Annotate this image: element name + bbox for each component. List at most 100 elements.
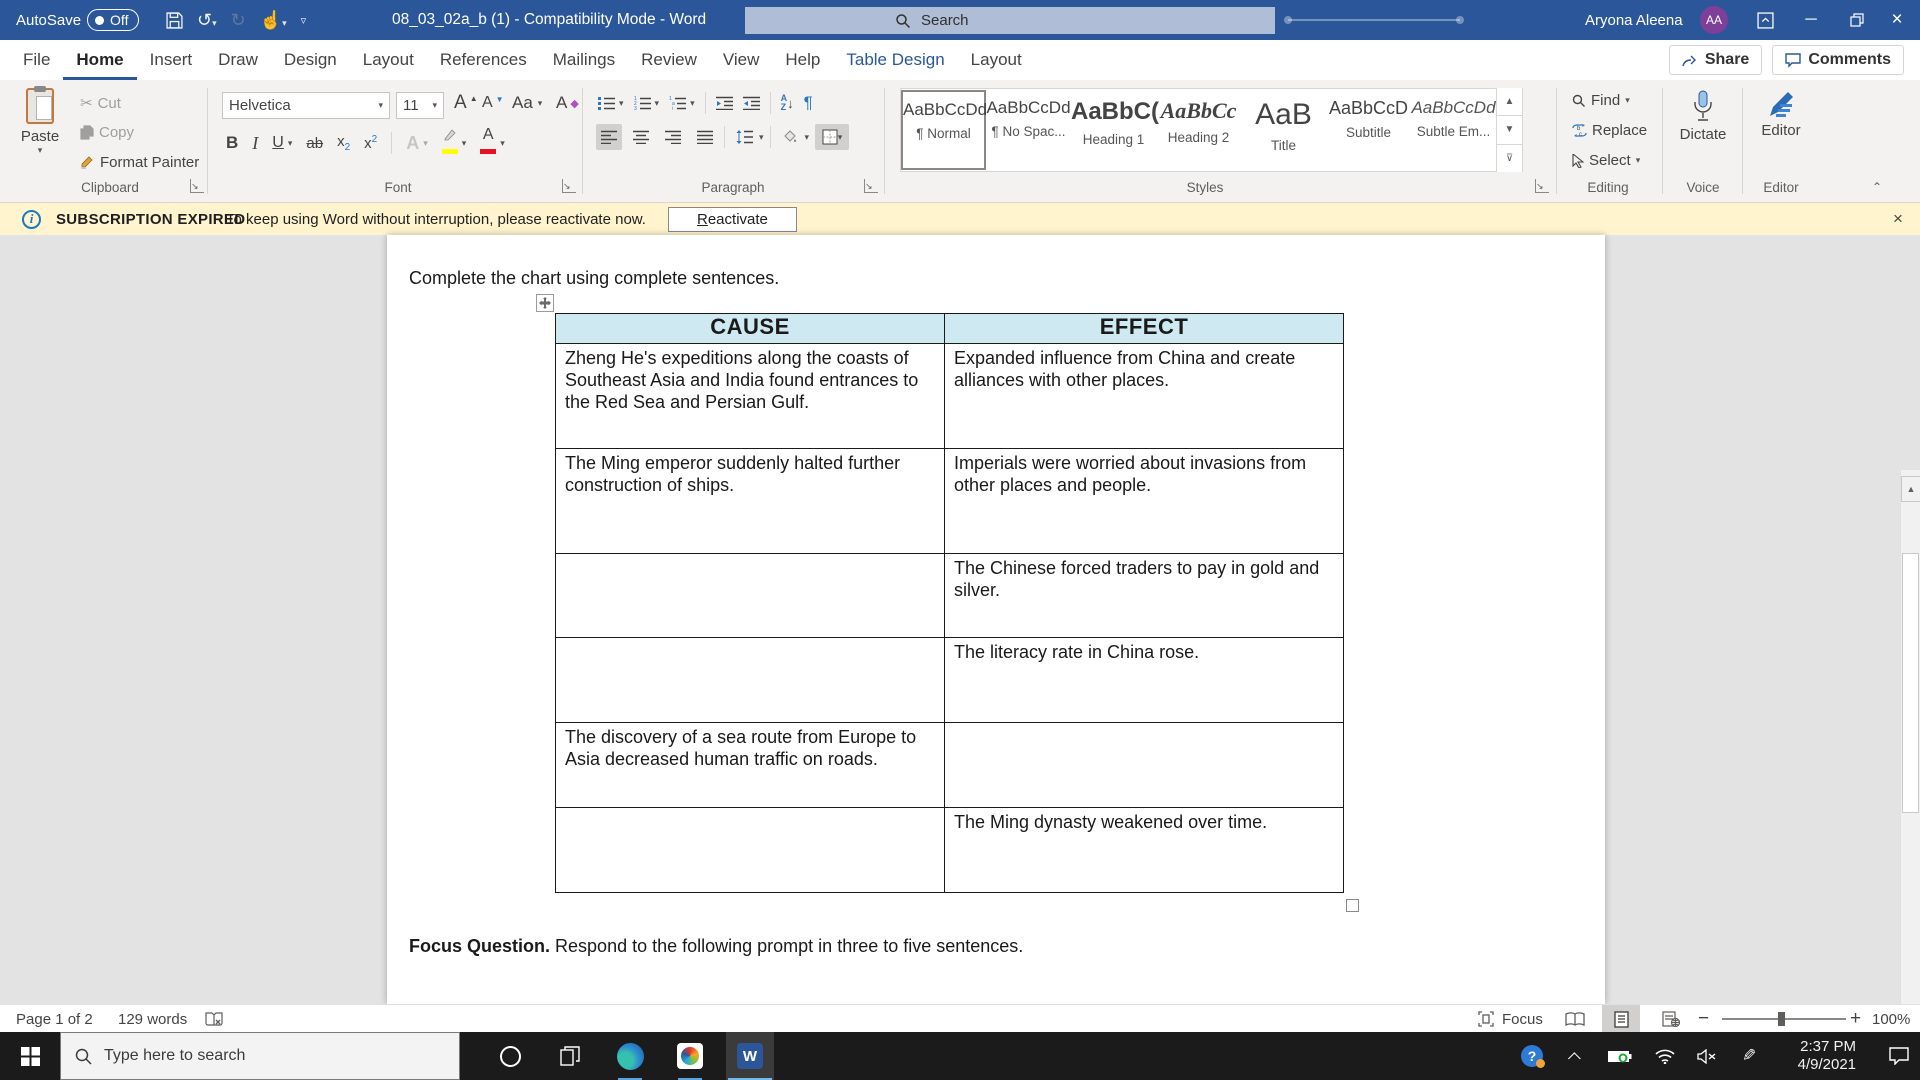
select-button[interactable]: Select ▾ [1572,152,1640,169]
tray-expand-button[interactable] [1560,1032,1592,1080]
scroll-up-icon[interactable]: ▲ [1901,476,1920,502]
minimize-button[interactable]: ─ [1788,0,1834,40]
align-center-button[interactable] [628,124,654,150]
table-cell[interactable] [944,722,1344,808]
italic-button[interactable]: I [252,133,258,154]
zoom-slider[interactable] [1722,1005,1846,1033]
tray-battery-button[interactable] [1600,1032,1640,1080]
tab-table-design[interactable]: Table Design [833,40,957,80]
shading-button[interactable] [777,124,803,150]
read-mode-button[interactable] [1556,1005,1594,1033]
bullets-chevron-icon[interactable]: ▾ [619,98,624,109]
clear-formatting-button[interactable]: A ◆ [556,93,579,113]
scrollbar-thumb[interactable] [1902,553,1919,813]
taskbar-browser-button[interactable] [666,1032,714,1080]
web-layout-button[interactable] [1652,1005,1690,1033]
superscript-button[interactable]: x2 [364,134,377,152]
tab-view[interactable]: View [710,40,773,80]
styles-scroll-down-icon[interactable]: ▼ [1496,116,1522,145]
tab-table-layout[interactable]: Layout [958,40,1035,80]
action-center-button[interactable] [1878,1032,1920,1080]
reactivate-button[interactable]: Reactivate [668,207,797,232]
align-left-button[interactable] [596,124,622,150]
zoom-slider-thumb[interactable] [1778,1012,1785,1026]
undo-chevron-icon[interactable]: ▾ [212,18,217,28]
editor-button[interactable]: Editor [1752,90,1810,139]
font-size-combo[interactable]: 11 ▾ [396,92,444,119]
titlebar-search-box[interactable]: Search [745,7,1275,34]
tab-home[interactable]: Home [63,40,136,80]
taskbar-edge-button[interactable] [606,1032,654,1080]
ribbon-display-options-button[interactable] [1742,0,1788,40]
styles-more-icon[interactable]: ⊽ [1496,144,1522,172]
sort-button[interactable]: AZ ↓ [781,94,794,112]
focus-question-paragraph[interactable]: Focus Question. Respond to the following… [409,935,1023,958]
find-chevron-icon[interactable]: ▾ [1625,95,1630,106]
tab-review[interactable]: Review [628,40,710,80]
align-right-button[interactable] [660,124,686,150]
share-button[interactable]: Share [1668,45,1763,75]
style-subtle-emphasis[interactable]: AaBbCcDd Subtle Em... [1411,90,1496,170]
touch-mode-button[interactable]: ☝▾ [260,10,287,31]
tray-help-button[interactable]: ? [1514,1032,1550,1080]
table-cell[interactable] [555,637,945,723]
table-cell[interactable]: The literacy rate in China rose. [944,637,1344,723]
tab-mailings[interactable]: Mailings [540,40,628,80]
paste-button[interactable]: Paste ▾ [14,86,66,156]
table-cell[interactable]: The Ming emperor suddenly halted further… [555,448,945,554]
customize-qat-icon[interactable]: ▿ [301,14,307,27]
style-normal[interactable]: AaBbCcDd ¶ Normal [901,90,987,170]
select-chevron-icon[interactable]: ▾ [1636,155,1641,166]
font-dialog-launcher[interactable]: ↘ [562,179,576,193]
style-subtitle[interactable]: AaBbCcD Subtitle [1326,90,1411,170]
tab-layout[interactable]: Layout [350,40,427,80]
table-resize-handle[interactable] [1346,899,1359,912]
print-layout-button[interactable] [1602,1005,1640,1033]
table-cell[interactable]: Imperials were worried about invasions f… [944,448,1344,554]
tray-wifi-button[interactable] [1646,1032,1684,1080]
document-page[interactable]: Complete the chart using complete senten… [387,235,1605,1004]
borders-chevron-icon[interactable]: ▾ [838,132,843,143]
increase-indent-button[interactable] [742,96,760,110]
multilevel-list-button[interactable]: 1ai [669,96,687,110]
word-count[interactable]: 129 words [118,1005,187,1033]
style-no-spacing[interactable]: AaBbCcDd ¶ No Spac... [986,90,1071,170]
table-cell[interactable]: The discovery of a sea route from Europe… [555,722,945,808]
change-case-chevron-icon[interactable]: ▾ [538,98,543,109]
change-case-button[interactable]: Aa ▾ [512,93,542,113]
highlight-button[interactable] [441,128,458,158]
dictate-button[interactable]: Dictate [1672,90,1734,143]
taskbar-search-box[interactable]: Type here to search [60,1032,460,1080]
shrink-font-button[interactable]: A ▼ [482,94,504,112]
borders-button[interactable]: ▾ [815,124,850,150]
styles-dialog-launcher[interactable]: ↘ [1535,179,1549,193]
zoom-in-button[interactable]: + [1850,1005,1861,1033]
vertical-scrollbar[interactable]: ▲ ▼ [1900,470,1920,1080]
bullets-button[interactable] [598,96,615,110]
autosave-state-pill[interactable]: Off [87,9,140,31]
touch-mode-chevron-icon[interactable]: ▾ [282,18,287,28]
taskbar-clock[interactable]: 2:37 PM 4/9/2021 [1776,1038,1856,1074]
tab-file[interactable]: File [10,40,63,80]
clipboard-dialog-launcher[interactable]: ↘ [190,179,204,193]
style-heading2[interactable]: AaBbCc Heading 2 [1156,90,1241,170]
tab-references[interactable]: References [427,40,540,80]
table-cell[interactable]: Expanded influence from China and create… [944,343,1344,449]
zoom-out-button[interactable]: − [1698,1005,1709,1033]
avatar[interactable]: AA [1700,6,1728,34]
justify-button[interactable] [692,124,718,150]
zoom-level[interactable]: 100% [1872,1005,1910,1033]
tray-pen-button[interactable]: ✎ [1730,1032,1768,1080]
grow-font-button[interactable]: A ▲ [454,92,478,114]
decrease-indent-button[interactable] [715,96,733,110]
styles-scroll-up-icon[interactable]: ▲ [1496,88,1522,117]
save-icon[interactable] [166,11,183,29]
comments-button[interactable]: Comments [1772,45,1904,75]
start-button[interactable] [0,1032,60,1080]
collapse-ribbon-icon[interactable]: ⌃ [1872,180,1882,194]
underline-button[interactable]: U [272,134,284,152]
banner-close-icon[interactable]: × [1893,209,1903,229]
page-indicator[interactable]: Page 1 of 2 [16,1005,93,1033]
close-button[interactable]: × [1874,0,1920,40]
style-title[interactable]: AaB Title [1241,90,1326,170]
